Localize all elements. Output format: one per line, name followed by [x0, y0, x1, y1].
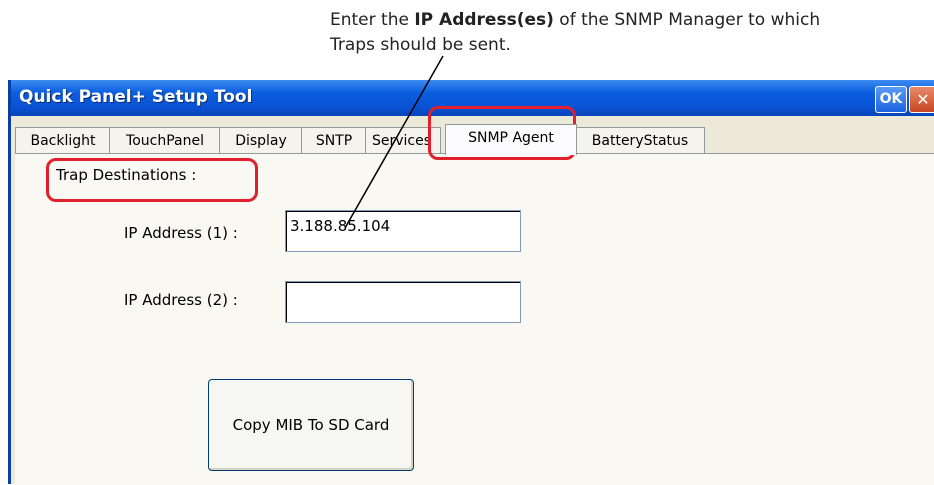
- copy-mib-button[interactable]: Copy MIB To SD Card: [208, 379, 414, 471]
- tab-sntp[interactable]: SNTP: [301, 127, 367, 154]
- tab-display[interactable]: Display: [219, 127, 303, 154]
- ip-address-1-input[interactable]: 3.188.85.104: [285, 210, 521, 252]
- close-button[interactable]: ✕: [909, 86, 934, 113]
- tab-backlight[interactable]: Backlight: [15, 127, 111, 154]
- ip-address-2-input[interactable]: [285, 281, 521, 323]
- ip-address-1-label: IP Address (1) :: [124, 224, 238, 242]
- tab-snmp-agent[interactable]: SNMP Agent: [445, 124, 577, 155]
- tab-touchpanel[interactable]: TouchPanel: [109, 127, 221, 154]
- callout-annotation: Enter the IP Address(es) of the SNMP Man…: [330, 8, 910, 58]
- window-title: Quick Panel+ Setup Tool: [19, 87, 253, 107]
- ip-address-2-label: IP Address (2) :: [124, 291, 238, 309]
- ok-button[interactable]: OK: [875, 86, 907, 113]
- tab-batterystatus[interactable]: BatteryStatus: [575, 127, 705, 154]
- callout-line-1: Enter the IP Address(es) of the SNMP Man…: [330, 10, 821, 30]
- callout-bold-text: IP Address(es): [414, 10, 554, 30]
- title-bar: Quick Panel+ Setup Tool OK ✕: [11, 80, 934, 116]
- callout-line-2: Traps should be sent.: [330, 35, 511, 55]
- trap-destinations-label: Trap Destinations :: [56, 166, 197, 184]
- tab-services[interactable]: Services: [365, 127, 441, 153]
